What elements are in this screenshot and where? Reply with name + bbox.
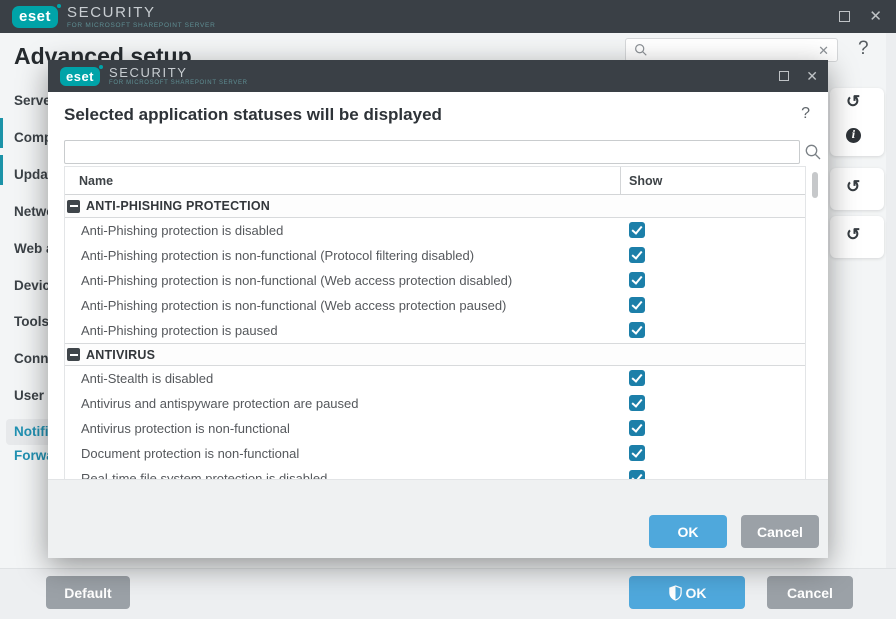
maximize-icon[interactable] xyxy=(839,11,850,22)
collapse-icon[interactable] xyxy=(67,200,80,213)
column-show[interactable]: Show xyxy=(620,167,805,194)
status-row: Anti-Phishing protection is paused xyxy=(65,318,805,343)
eset-brand: eset SECURITY FOR MICROSOFT SHAREPOINT S… xyxy=(48,66,248,87)
close-icon[interactable]: ✕ xyxy=(806,69,818,83)
dialog-search-box xyxy=(64,140,822,164)
status-row: Document protection is non-functional xyxy=(65,441,805,466)
settings-card: ↺ xyxy=(830,216,884,258)
eset-logo: eset xyxy=(60,67,100,86)
product-name: SECURITY xyxy=(109,66,248,79)
main-titlebar: eset SECURITY FOR MICROSOFT SHAREPOINT S… xyxy=(0,0,896,33)
search-icon xyxy=(634,43,648,57)
show-checkbox[interactable] xyxy=(629,420,645,436)
status-row: Antivirus and antispyware protection are… xyxy=(65,391,805,416)
maximize-icon[interactable] xyxy=(779,71,789,81)
status-row: Anti-Phishing protection is non-function… xyxy=(65,293,805,318)
cancel-button[interactable]: Cancel xyxy=(767,576,853,609)
status-name: Anti-Phishing protection is paused xyxy=(65,323,278,338)
main-search-box[interactable]: ✕ xyxy=(625,38,838,62)
status-row: Real-time file system protection is disa… xyxy=(65,466,805,479)
settings-card: ↺ i xyxy=(830,88,884,156)
status-name: Document protection is non-functional xyxy=(65,446,299,461)
default-button[interactable]: Default xyxy=(46,576,130,609)
status-name: Antivirus protection is non-functional xyxy=(65,421,290,436)
group-label: ANTI-PHISHING PROTECTION xyxy=(86,199,270,213)
product-subtitle: FOR MICROSOFT SHAREPOINT SERVER xyxy=(67,22,215,29)
status-row: Anti-Stealth is disabled xyxy=(65,366,805,391)
show-checkbox[interactable] xyxy=(629,470,645,479)
modified-marker xyxy=(0,118,3,148)
status-name: Real-time file system protection is disa… xyxy=(65,471,327,479)
eset-logo: eset xyxy=(12,6,58,28)
dialog-title: Selected application statuses will be di… xyxy=(64,105,442,125)
app-screen: eset SECURITY FOR MICROSOFT SHAREPOINT S… xyxy=(0,0,896,619)
status-row: Anti-Phishing protection is non-function… xyxy=(65,268,805,293)
search-icon xyxy=(804,143,822,161)
status-name: Anti-Stealth is disabled xyxy=(65,371,213,386)
show-checkbox[interactable] xyxy=(629,370,645,386)
show-checkbox[interactable] xyxy=(629,297,645,313)
table-header: Name Show xyxy=(65,167,805,195)
group-header[interactable]: ANTI-PHISHING PROTECTION xyxy=(65,195,805,218)
revert-icon[interactable]: ↺ xyxy=(846,177,860,197)
main-help-icon[interactable]: ? xyxy=(858,38,869,60)
ok-button[interactable]: OK xyxy=(629,576,745,609)
dialog-help-icon[interactable]: ? xyxy=(801,105,812,123)
show-checkbox[interactable] xyxy=(629,272,645,288)
status-row: Anti-Phishing protection is non-function… xyxy=(65,243,805,268)
show-checkbox[interactable] xyxy=(629,395,645,411)
info-icon[interactable]: i xyxy=(846,128,861,143)
show-checkbox[interactable] xyxy=(629,322,645,338)
main-footer: Default OK Cancel xyxy=(0,568,896,619)
dialog-ok-button[interactable]: OK xyxy=(649,515,727,548)
search-clear-icon[interactable]: ✕ xyxy=(818,44,829,57)
modified-marker xyxy=(0,155,3,185)
product-subtitle: FOR MICROSOFT SHAREPOINT SERVER xyxy=(109,80,248,86)
ok-button-label: OK xyxy=(686,585,707,601)
dialog-footer: OK Cancel xyxy=(48,479,828,558)
dialog-search-input[interactable] xyxy=(64,140,800,164)
status-list: ANTI-PHISHING PROTECTION Anti-Phishing pr… xyxy=(65,195,805,479)
revert-icon[interactable]: ↺ xyxy=(846,92,860,112)
main-search-input[interactable] xyxy=(654,43,812,57)
revert-icon[interactable]: ↺ xyxy=(846,225,860,245)
settings-card: ↺ xyxy=(830,168,884,210)
main-scrollbar[interactable] xyxy=(886,33,896,568)
collapse-icon[interactable] xyxy=(67,348,80,361)
dialog-scrollbar-thumb[interactable] xyxy=(812,172,818,198)
status-name: Anti-Phishing protection is disabled xyxy=(65,223,283,238)
eset-brand: eset SECURITY FOR MICROSOFT SHAREPOINT S… xyxy=(0,5,215,29)
product-name: SECURITY xyxy=(67,5,215,20)
status-table: Name Show ANTI-PHISHING PROTECTION Anti-P… xyxy=(64,166,806,479)
close-icon[interactable]: ✕ xyxy=(869,9,882,24)
show-checkbox[interactable] xyxy=(629,247,645,263)
status-name: Antivirus and antispyware protection are… xyxy=(65,396,359,411)
dialog-titlebar: eset SECURITY FOR MICROSOFT SHAREPOINT S… xyxy=(48,60,828,92)
status-row: Antivirus protection is non-functional xyxy=(65,416,805,441)
statuses-dialog: eset SECURITY FOR MICROSOFT SHAREPOINT S… xyxy=(48,60,828,558)
status-name: Anti-Phishing protection is non-function… xyxy=(65,273,512,288)
show-checkbox[interactable] xyxy=(629,445,645,461)
group-label: ANTIVIRUS xyxy=(86,348,155,362)
status-name: Anti-Phishing protection is non-function… xyxy=(65,298,506,313)
show-checkbox[interactable] xyxy=(629,222,645,238)
shield-icon xyxy=(668,585,683,601)
status-name: Anti-Phishing protection is non-function… xyxy=(65,248,474,263)
dialog-cancel-button[interactable]: Cancel xyxy=(741,515,819,548)
column-name[interactable]: Name xyxy=(65,167,620,194)
status-row: Anti-Phishing protection is disabled xyxy=(65,218,805,243)
group-header[interactable]: ANTIVIRUS xyxy=(65,343,805,366)
